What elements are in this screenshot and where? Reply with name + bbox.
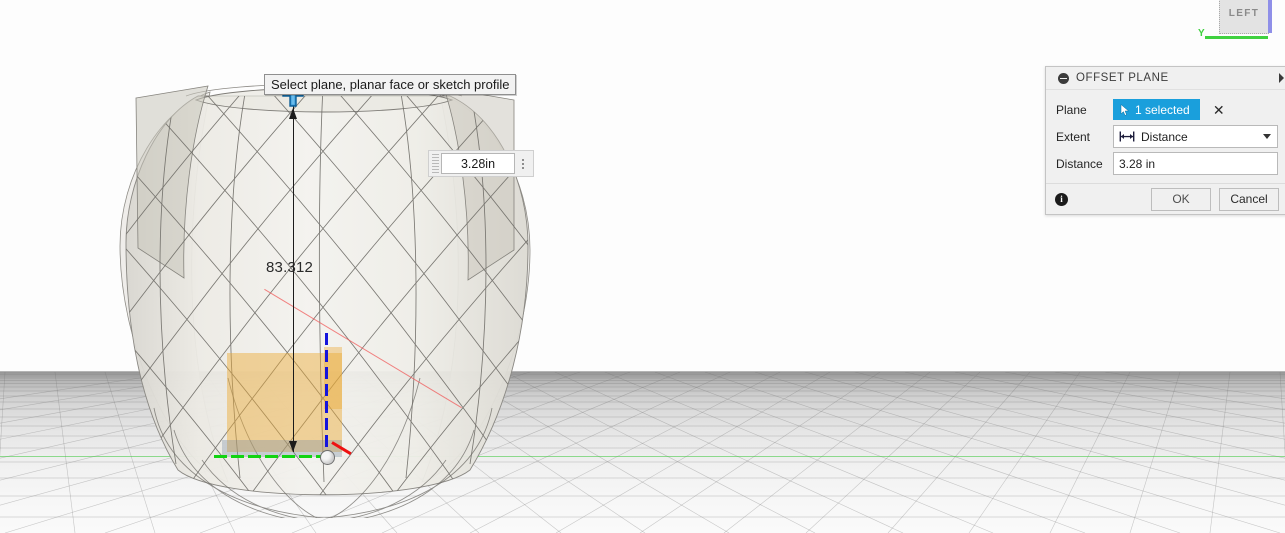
pin-panel-icon[interactable]: [1278, 72, 1285, 84]
cursor-arrow-icon: [1120, 103, 1130, 116]
cad-application-window: 83.312 Select plane, planar face or sket…: [0, 0, 1285, 533]
view-cube-face-left[interactable]: LEFT: [1219, 0, 1269, 34]
dialog-body: Plane 1 selected ✕ Extent Distance Dista…: [1046, 90, 1285, 183]
origin-x-axis[interactable]: [214, 455, 328, 458]
dialog-title: OFFSET PLANE: [1076, 72, 1169, 84]
clear-selection-button[interactable]: ✕: [1209, 103, 1229, 117]
extent-row-label: Extent: [1056, 129, 1091, 144]
info-icon[interactable]: i: [1055, 192, 1068, 206]
distance-measure-icon: [1119, 131, 1135, 142]
extent-dropdown[interactable]: Distance: [1113, 125, 1278, 148]
collapse-icon[interactable]: [1058, 72, 1069, 84]
drag-grip-icon[interactable]: [432, 154, 439, 173]
canvas-dimension-input-group[interactable]: 3.28in: [428, 150, 534, 177]
dialog-row-plane: Plane 1 selected ✕: [1046, 96, 1285, 123]
dimension-leader-line: [293, 100, 294, 452]
view-cube-axis-label-y: Y: [1198, 28, 1205, 39]
selection-tooltip-text: Select plane, planar face or sketch prof…: [271, 77, 510, 92]
origin-point[interactable]: [320, 450, 335, 465]
dimension-options-menu-icon[interactable]: [515, 153, 531, 174]
extent-selected-value: Distance: [1141, 129, 1188, 144]
canvas-distance-input[interactable]: 3.28in: [441, 153, 515, 174]
dialog-footer: i OK Cancel: [1046, 183, 1285, 214]
dialog-row-extent: Extent Distance: [1046, 123, 1285, 150]
dimension-value-label: 83.312: [266, 259, 314, 276]
cancel-button[interactable]: Cancel: [1219, 187, 1279, 211]
origin-z-axis[interactable]: [325, 333, 328, 455]
view-cube-y-axis-indicator: [1205, 36, 1268, 39]
selection-tooltip: Select plane, planar face or sketch prof…: [264, 74, 517, 95]
offset-plane-dialog[interactable]: OFFSET PLANE Plane 1 selected ✕ Extent D…: [1045, 66, 1285, 215]
ok-button[interactable]: OK: [1151, 187, 1211, 211]
distance-input[interactable]: 3.28 in: [1113, 152, 1278, 175]
view-cube-edge-right[interactable]: [1268, 0, 1272, 33]
plane-selection-count: 1 selected: [1135, 102, 1190, 117]
chevron-down-icon[interactable]: [1263, 134, 1271, 139]
distance-row-label: Distance: [1056, 156, 1103, 171]
dimension-arrow-bottom-icon: [289, 441, 297, 452]
view-cube[interactable]: LEFT: [1219, 0, 1272, 40]
plane-row-label: Plane: [1056, 102, 1087, 117]
dialog-header[interactable]: OFFSET PLANE: [1046, 67, 1285, 90]
dialog-row-distance: Distance 3.28 in: [1046, 150, 1285, 177]
plane-selection-button[interactable]: 1 selected: [1113, 99, 1200, 120]
